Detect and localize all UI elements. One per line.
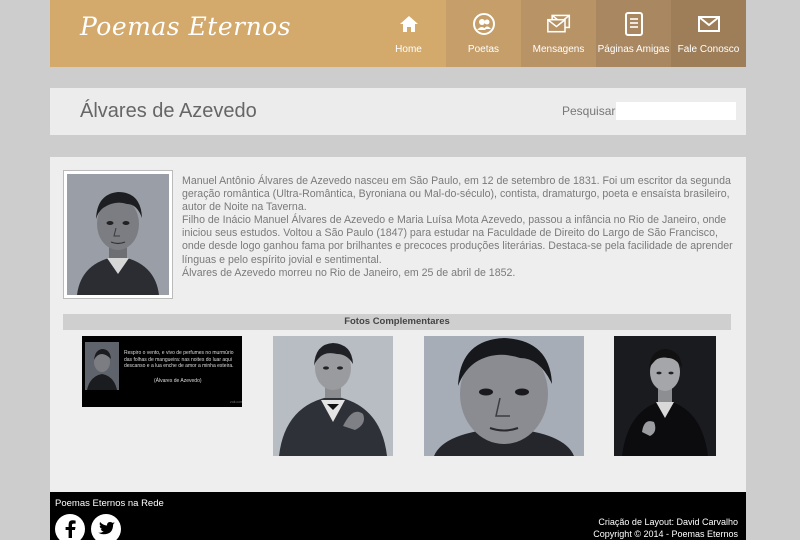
photo-quote-card[interactable]: zuk.com.br Respiro o vento, e vivo de pe…	[82, 336, 242, 407]
quote-author: (Álvares de Azevedo)	[154, 378, 202, 384]
nav-home-label: Home	[395, 44, 422, 55]
poet-biography: Manuel Antônio Álvares de Azevedo nasceu…	[182, 175, 734, 280]
nav-fale-conosco-label: Fale Conosco	[677, 44, 740, 55]
quote-text: Respiro o vento, e vivo de perfumes no m…	[124, 350, 234, 370]
main-nav: Home Poetas Mensagens Páginas Amigas Fal…	[371, 0, 746, 67]
footer-credit: Criação de Layout: David Carvalho Copyri…	[593, 516, 738, 540]
search-label: Pesquisar:	[562, 104, 619, 118]
photos-heading: Fotos Complementares	[63, 314, 731, 330]
copyright-text: Copyright © 2014 - Poemas Eternos	[593, 529, 738, 539]
site-header: Poemas Eternos Home Poetas Mensagens Pág…	[50, 0, 746, 67]
title-bar: Álvares de Azevedo Pesquisar:	[50, 88, 746, 135]
twitter-icon[interactable]	[91, 514, 121, 540]
nav-mensagens[interactable]: Mensagens	[521, 0, 596, 67]
photo-seated-portrait[interactable]	[273, 336, 393, 456]
facebook-icon[interactable]	[55, 514, 85, 540]
footer-title: Poemas Eternos na Rede	[55, 498, 164, 509]
poet-portrait	[63, 170, 173, 299]
main-content: Manuel Antônio Álvares de Azevedo nasceu…	[50, 157, 746, 492]
site-logo[interactable]: Poemas Eternos	[80, 12, 291, 41]
nav-poetas[interactable]: Poetas	[446, 0, 521, 67]
bio-paragraph-death: Álvares de Azevedo morreu no Rio de Jane…	[182, 266, 516, 279]
users-icon	[472, 12, 496, 36]
nav-mensagens-label: Mensagens	[532, 44, 585, 55]
svg-text:zuk.com.br: zuk.com.br	[230, 400, 242, 404]
bio-paragraph-youth: Filho de Inácio Manuel Álvares de Azeved…	[182, 214, 733, 266]
search-input[interactable]	[616, 102, 736, 120]
portrait-image	[67, 174, 169, 295]
nav-paginas-amigas-label: Páginas Amigas	[597, 44, 670, 55]
bio-paragraph-birth: Manuel Antônio Álvares de Azevedo nasceu…	[182, 175, 731, 214]
envelopes-icon	[546, 12, 571, 36]
page-title: Álvares de Azevedo	[80, 100, 257, 122]
photo-dark-portrait[interactable]	[614, 336, 716, 456]
mail-icon	[697, 12, 721, 36]
photo-closeup-portrait[interactable]	[424, 336, 584, 456]
document-icon	[622, 12, 646, 36]
nav-home[interactable]: Home	[371, 0, 446, 67]
nav-fale-conosco[interactable]: Fale Conosco	[671, 0, 746, 67]
nav-paginas-amigas[interactable]: Páginas Amigas	[596, 0, 671, 67]
layout-credit: Criação de Layout: David Carvalho	[598, 517, 738, 527]
nav-poetas-label: Poetas	[467, 44, 500, 55]
home-icon	[397, 12, 421, 36]
site-footer: Poemas Eternos na Rede Criação de Layout…	[50, 492, 746, 540]
